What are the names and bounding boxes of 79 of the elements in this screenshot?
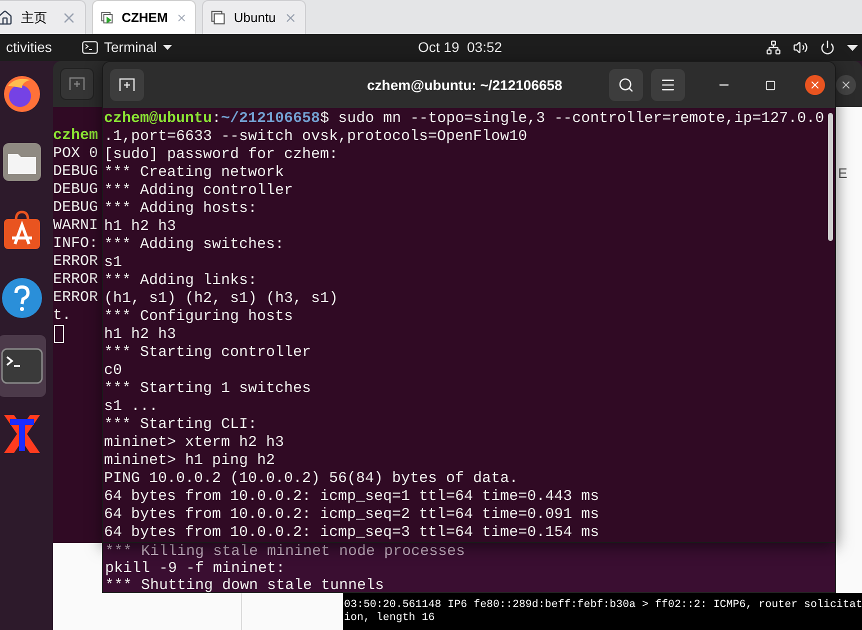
- terminal-line: mininet> h1 ping h2: [104, 452, 276, 470]
- terminal-line: DEBUG: [53, 163, 98, 181]
- terminal-line: *** Starting 1 switches: [104, 380, 312, 398]
- cursor-icon: [54, 325, 64, 343]
- terminal-line: DEBUG: [53, 199, 98, 217]
- terminal-line: ERROR: [53, 271, 98, 289]
- shopping-bag-icon: [2, 210, 42, 250]
- search-button[interactable]: [609, 69, 643, 101]
- terminal-line: c0: [104, 362, 122, 380]
- caret-icon: [162, 45, 172, 50]
- terminal-line: 03:50:20.561148 IP6 fe80::289d:beff:febf:b30a > ff02::2: ICMP6, router solicitat: [344, 599, 862, 612]
- terminal-line: (h1, s1) (h2, s1) (h3, s1): [104, 290, 338, 308]
- terminal-line: [sudo] password for czhem:: [104, 146, 338, 164]
- app-menu[interactable]: Terminal: [82, 37, 172, 58]
- terminal-icon: [0, 348, 42, 384]
- xt-logo-icon: [2, 413, 42, 455]
- terminal-line: s1: [104, 254, 122, 272]
- terminal-line: *** Adding controller: [104, 182, 294, 200]
- windows-icon: [211, 8, 226, 26]
- terminal-line: *** Shutting down stale tunnels: [105, 577, 384, 594]
- terminal-line: h1 h2 h3: [104, 218, 176, 236]
- search-icon: [618, 77, 634, 93]
- terminal-line: ERROR: [53, 253, 98, 271]
- caret-icon[interactable]: [847, 44, 858, 50]
- maximize-icon: [764, 80, 776, 90]
- terminal-line: DEBUG: [53, 181, 98, 199]
- terminal-line: PING 10.0.0.2 (10.0.0.2) 56(84) bytes of data.: [104, 470, 518, 488]
- terminal-line: *** Killing stale mininet node processes: [105, 543, 466, 560]
- menu-button[interactable]: [651, 69, 685, 101]
- close-icon: [840, 79, 852, 91]
- window-title: czhem@ubuntu: ~/212106658: [367, 76, 562, 94]
- terminal-line: ion, length 16: [344, 612, 435, 625]
- network-icon[interactable]: [766, 40, 781, 55]
- terminal-line: pkill -9 -f mininet:: [105, 560, 286, 577]
- terminal-icon: [82, 41, 98, 54]
- terminal-line: czhem@ubuntu:~/212106658$ sudo mn --topo=single,3 --controller=remote,ip=127.0.0: [104, 110, 824, 128]
- menu-icon: [660, 77, 676, 93]
- volume-icon[interactable]: [793, 40, 808, 55]
- browser-tab[interactable]: CZHEM: [92, 0, 196, 34]
- clock[interactable]: Oct 19 03:52: [418, 37, 502, 58]
- scrollbar-thumb[interactable]: [828, 113, 833, 241]
- tab-label: CZHEM: [122, 8, 168, 27]
- tab-label: Ubuntu: [234, 8, 276, 27]
- terminal-line: ERROR: [53, 289, 98, 307]
- terminal-line: mininet> xterm h2 h3: [104, 434, 284, 452]
- browser-tab[interactable]: 主页: [0, 0, 86, 34]
- close-button[interactable]: [805, 75, 825, 95]
- terminal-line: POX 0: [53, 145, 98, 163]
- help-icon: [0, 277, 42, 319]
- terminal-line: czhem: [53, 127, 98, 145]
- close-button[interactable]: [836, 75, 856, 95]
- terminal-line: 64 bytes from 10.0.0.2: icmp_seq=2 ttl=64 time=0.091 ms: [104, 506, 600, 524]
- terminal-line: .1,port=6633 --switch ovsk,protocols=OpenFlow10: [104, 128, 528, 146]
- folder-icon: [2, 142, 42, 182]
- power-icon[interactable]: [820, 40, 835, 55]
- terminal-line: *** Starting controller: [104, 344, 312, 362]
- terminal-line: *** Adding links:: [104, 272, 258, 290]
- document-text: E: [838, 164, 848, 183]
- close-icon: [809, 79, 821, 91]
- tab-label: 主页: [21, 8, 47, 27]
- new-tab-button[interactable]: [110, 69, 144, 101]
- terminal-line: *** Starting CLI:: [104, 416, 258, 434]
- browser-icon: [2, 74, 42, 114]
- terminal-line: h1 h2 h3: [104, 326, 176, 344]
- terminal-line: WARNI: [53, 217, 98, 235]
- terminal-line: 64 bytes from 10.0.0.2: icmp_seq=3 ttl=64 time=0.154 ms: [104, 524, 600, 542]
- home-icon: [0, 10, 13, 26]
- new-tab-icon: [69, 77, 85, 91]
- new-tab-icon: [119, 78, 135, 92]
- terminal-line: *** Adding hosts:: [104, 200, 258, 218]
- terminal-line: INFO:: [53, 235, 98, 253]
- terminal-line: *** Creating network: [104, 164, 284, 182]
- activities-button[interactable]: ctivities: [6, 37, 64, 58]
- terminal-line: *** Adding switches:: [104, 236, 284, 254]
- terminal-line: *** Configuring hosts: [104, 308, 294, 326]
- terminal-line: t.: [53, 307, 72, 325]
- terminal-line: s1 ...: [104, 398, 158, 416]
- terminal-line: 64 bytes from 10.0.0.2: icmp_seq=1 ttl=64 time=0.443 ms: [104, 488, 600, 506]
- browser-tab[interactable]: Ubuntu: [202, 0, 306, 34]
